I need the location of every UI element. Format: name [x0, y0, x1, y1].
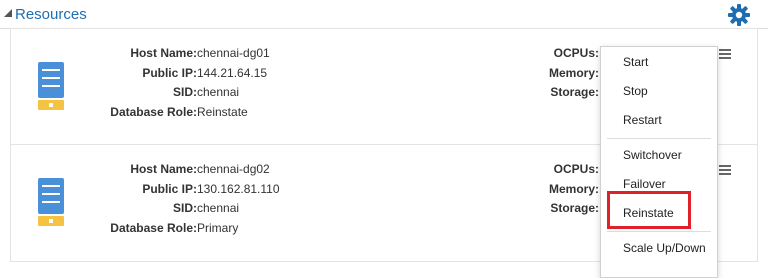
database-role-label: Database Role:: [110, 221, 197, 235]
sid-label: SID:: [173, 85, 197, 99]
public-ip-label: Public IP:: [142, 182, 197, 196]
menu-item-restart[interactable]: Restart: [623, 113, 662, 127]
host-name-label: Host Name:: [130, 46, 197, 60]
database-role-label: Database Role:: [110, 105, 197, 119]
host-name-label: Host Name:: [130, 162, 197, 176]
section-header: Resources: [0, 0, 768, 30]
gear-icon[interactable]: [727, 3, 751, 27]
storage-label: Storage:: [550, 85, 599, 99]
menu-item-start[interactable]: Start: [623, 55, 648, 69]
menu-separator: [607, 231, 711, 232]
memory-label: Memory:: [548, 66, 599, 80]
actions-menu-icon[interactable]: [719, 49, 731, 61]
menu-item-stop[interactable]: Stop: [623, 84, 648, 98]
database-role-value: Reinstate: [197, 105, 248, 119]
memory-label: Memory:: [548, 182, 599, 196]
storage-label: Storage:: [550, 201, 599, 215]
sid-value: chennai: [197, 85, 240, 99]
public-ip-label: Public IP:: [142, 66, 197, 80]
host-name-value: chennai-dg02: [197, 162, 270, 176]
database-server-icon: [38, 62, 64, 110]
ocpus-label: OCPUs:: [553, 162, 599, 176]
section-title: Resources: [15, 6, 87, 23]
menu-separator: [607, 138, 711, 139]
sid-value: chennai: [197, 201, 240, 215]
menu-item-failover[interactable]: Failover: [623, 177, 666, 191]
menu-item-scale-up-down[interactable]: Scale Up/Down: [623, 241, 706, 255]
collapse-triangle-icon[interactable]: [3, 8, 13, 18]
public-ip-value: 144.21.64.15: [197, 66, 268, 80]
reinstate-highlight-box: [607, 191, 691, 229]
host-name-value: chennai-dg01: [197, 46, 270, 60]
actions-dropdown-menu: Start Stop Restart Switchover Failover R…: [600, 46, 718, 278]
database-role-value: Primary: [197, 221, 239, 235]
menu-item-switchover[interactable]: Switchover: [623, 148, 682, 162]
actions-menu-icon[interactable]: [719, 165, 731, 177]
database-server-icon: [38, 178, 64, 226]
sid-label: SID:: [173, 201, 197, 215]
public-ip-value: 130.162.81.110: [197, 182, 280, 196]
ocpus-label: OCPUs:: [553, 46, 599, 60]
